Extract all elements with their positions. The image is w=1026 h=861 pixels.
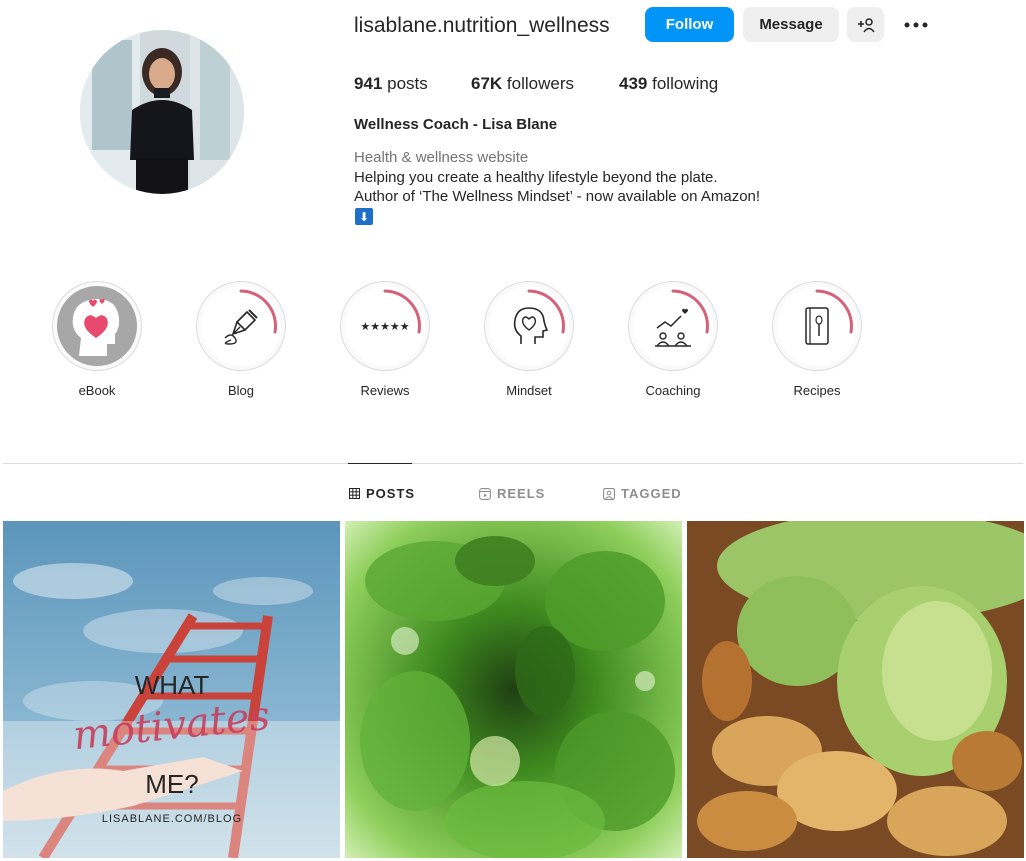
highlight-reviews[interactable]: ★★★★★ Reviews [339, 281, 431, 398]
add-user-icon [857, 17, 875, 32]
following-number: 439 [619, 74, 648, 93]
tab-reels[interactable]: REELS [479, 486, 545, 501]
profile-username: lisablane.nutrition_wellness [354, 14, 610, 37]
highlight-label: eBook [78, 383, 116, 398]
tab-label: POSTS [366, 486, 416, 501]
svg-text:★★★★★: ★★★★★ [360, 320, 409, 333]
highlight-coaching[interactable]: Coaching [627, 281, 719, 398]
profile-full-name: Wellness Coach - Lisa Blane [354, 116, 558, 133]
highlight-blog[interactable]: Blog [195, 281, 287, 398]
posts-count: 941 posts [354, 73, 428, 95]
highlight-ring [484, 281, 574, 371]
following-link[interactable]: 439 following [619, 73, 718, 95]
post-thumbnail[interactable]: WHAT motivates ME? LISABLANE.COM/BLOG [3, 521, 340, 858]
five-stars-icon: ★★★★★ [360, 289, 421, 334]
message-button[interactable]: Message [743, 7, 839, 42]
tab-label: REELS [497, 486, 546, 501]
highlight-label: Blog [227, 383, 255, 398]
highlight-label: Mindset [506, 383, 552, 398]
tagged-icon [603, 487, 615, 500]
highlight-label: Coaching [645, 383, 701, 398]
highlight-ring: ★★★★★ [340, 281, 430, 371]
more-options-button[interactable] [901, 12, 931, 38]
tabs-divider [3, 463, 1023, 464]
following-label: following [652, 74, 719, 93]
posts-number: 941 [354, 74, 383, 93]
followers-link[interactable]: 67K followers [471, 73, 574, 95]
head-outline-heart-icon [513, 289, 565, 344]
posts-label: posts [387, 74, 428, 93]
coaching-icon [655, 289, 709, 347]
profile-avatar[interactable] [80, 30, 244, 194]
more-icon [904, 22, 928, 28]
bio-line: Author of ‘The Wellness Mindset’ - now a… [354, 188, 761, 205]
suggest-user-button[interactable] [847, 7, 884, 42]
post-overlay-url: LISABLANE.COM/BLOG [102, 813, 242, 825]
recipe-book-icon [805, 289, 853, 345]
followers-label: followers [506, 74, 575, 93]
tab-tagged[interactable]: TAGGED [603, 486, 682, 501]
post-thumbnail[interactable] [687, 521, 1024, 858]
highlight-label: Reviews [360, 383, 410, 398]
down-arrow-emoji: ⬇ [355, 208, 373, 225]
post-thumbnail[interactable] [345, 521, 682, 858]
tab-label: TAGGED [621, 486, 682, 501]
tab-posts[interactable]: POSTS [349, 486, 415, 501]
highlight-ring [196, 281, 286, 371]
follow-button[interactable]: Follow [645, 7, 734, 42]
head-heart-icon [57, 286, 137, 366]
post-overlay-text: ME? [145, 769, 198, 799]
highlight-ebook[interactable]: eBook [51, 281, 143, 398]
followers-number: 67K [471, 74, 503, 93]
highlight-ring [628, 281, 718, 371]
profile-category: Health & wellness website [354, 149, 529, 166]
highlight-ring [52, 281, 142, 371]
highlight-ring [772, 281, 862, 371]
reels-icon [479, 487, 491, 500]
active-tab-indicator [348, 463, 412, 464]
bio-line: Helping you create a healthy lifestyle b… [354, 169, 718, 186]
highlight-recipes[interactable]: Recipes [771, 281, 863, 398]
highlight-label: Recipes [793, 383, 841, 398]
pen-nib-icon [224, 289, 277, 345]
post-overlay-text: WHAT [135, 670, 210, 700]
grid-icon [349, 488, 360, 499]
highlight-mindset[interactable]: Mindset [483, 281, 575, 398]
